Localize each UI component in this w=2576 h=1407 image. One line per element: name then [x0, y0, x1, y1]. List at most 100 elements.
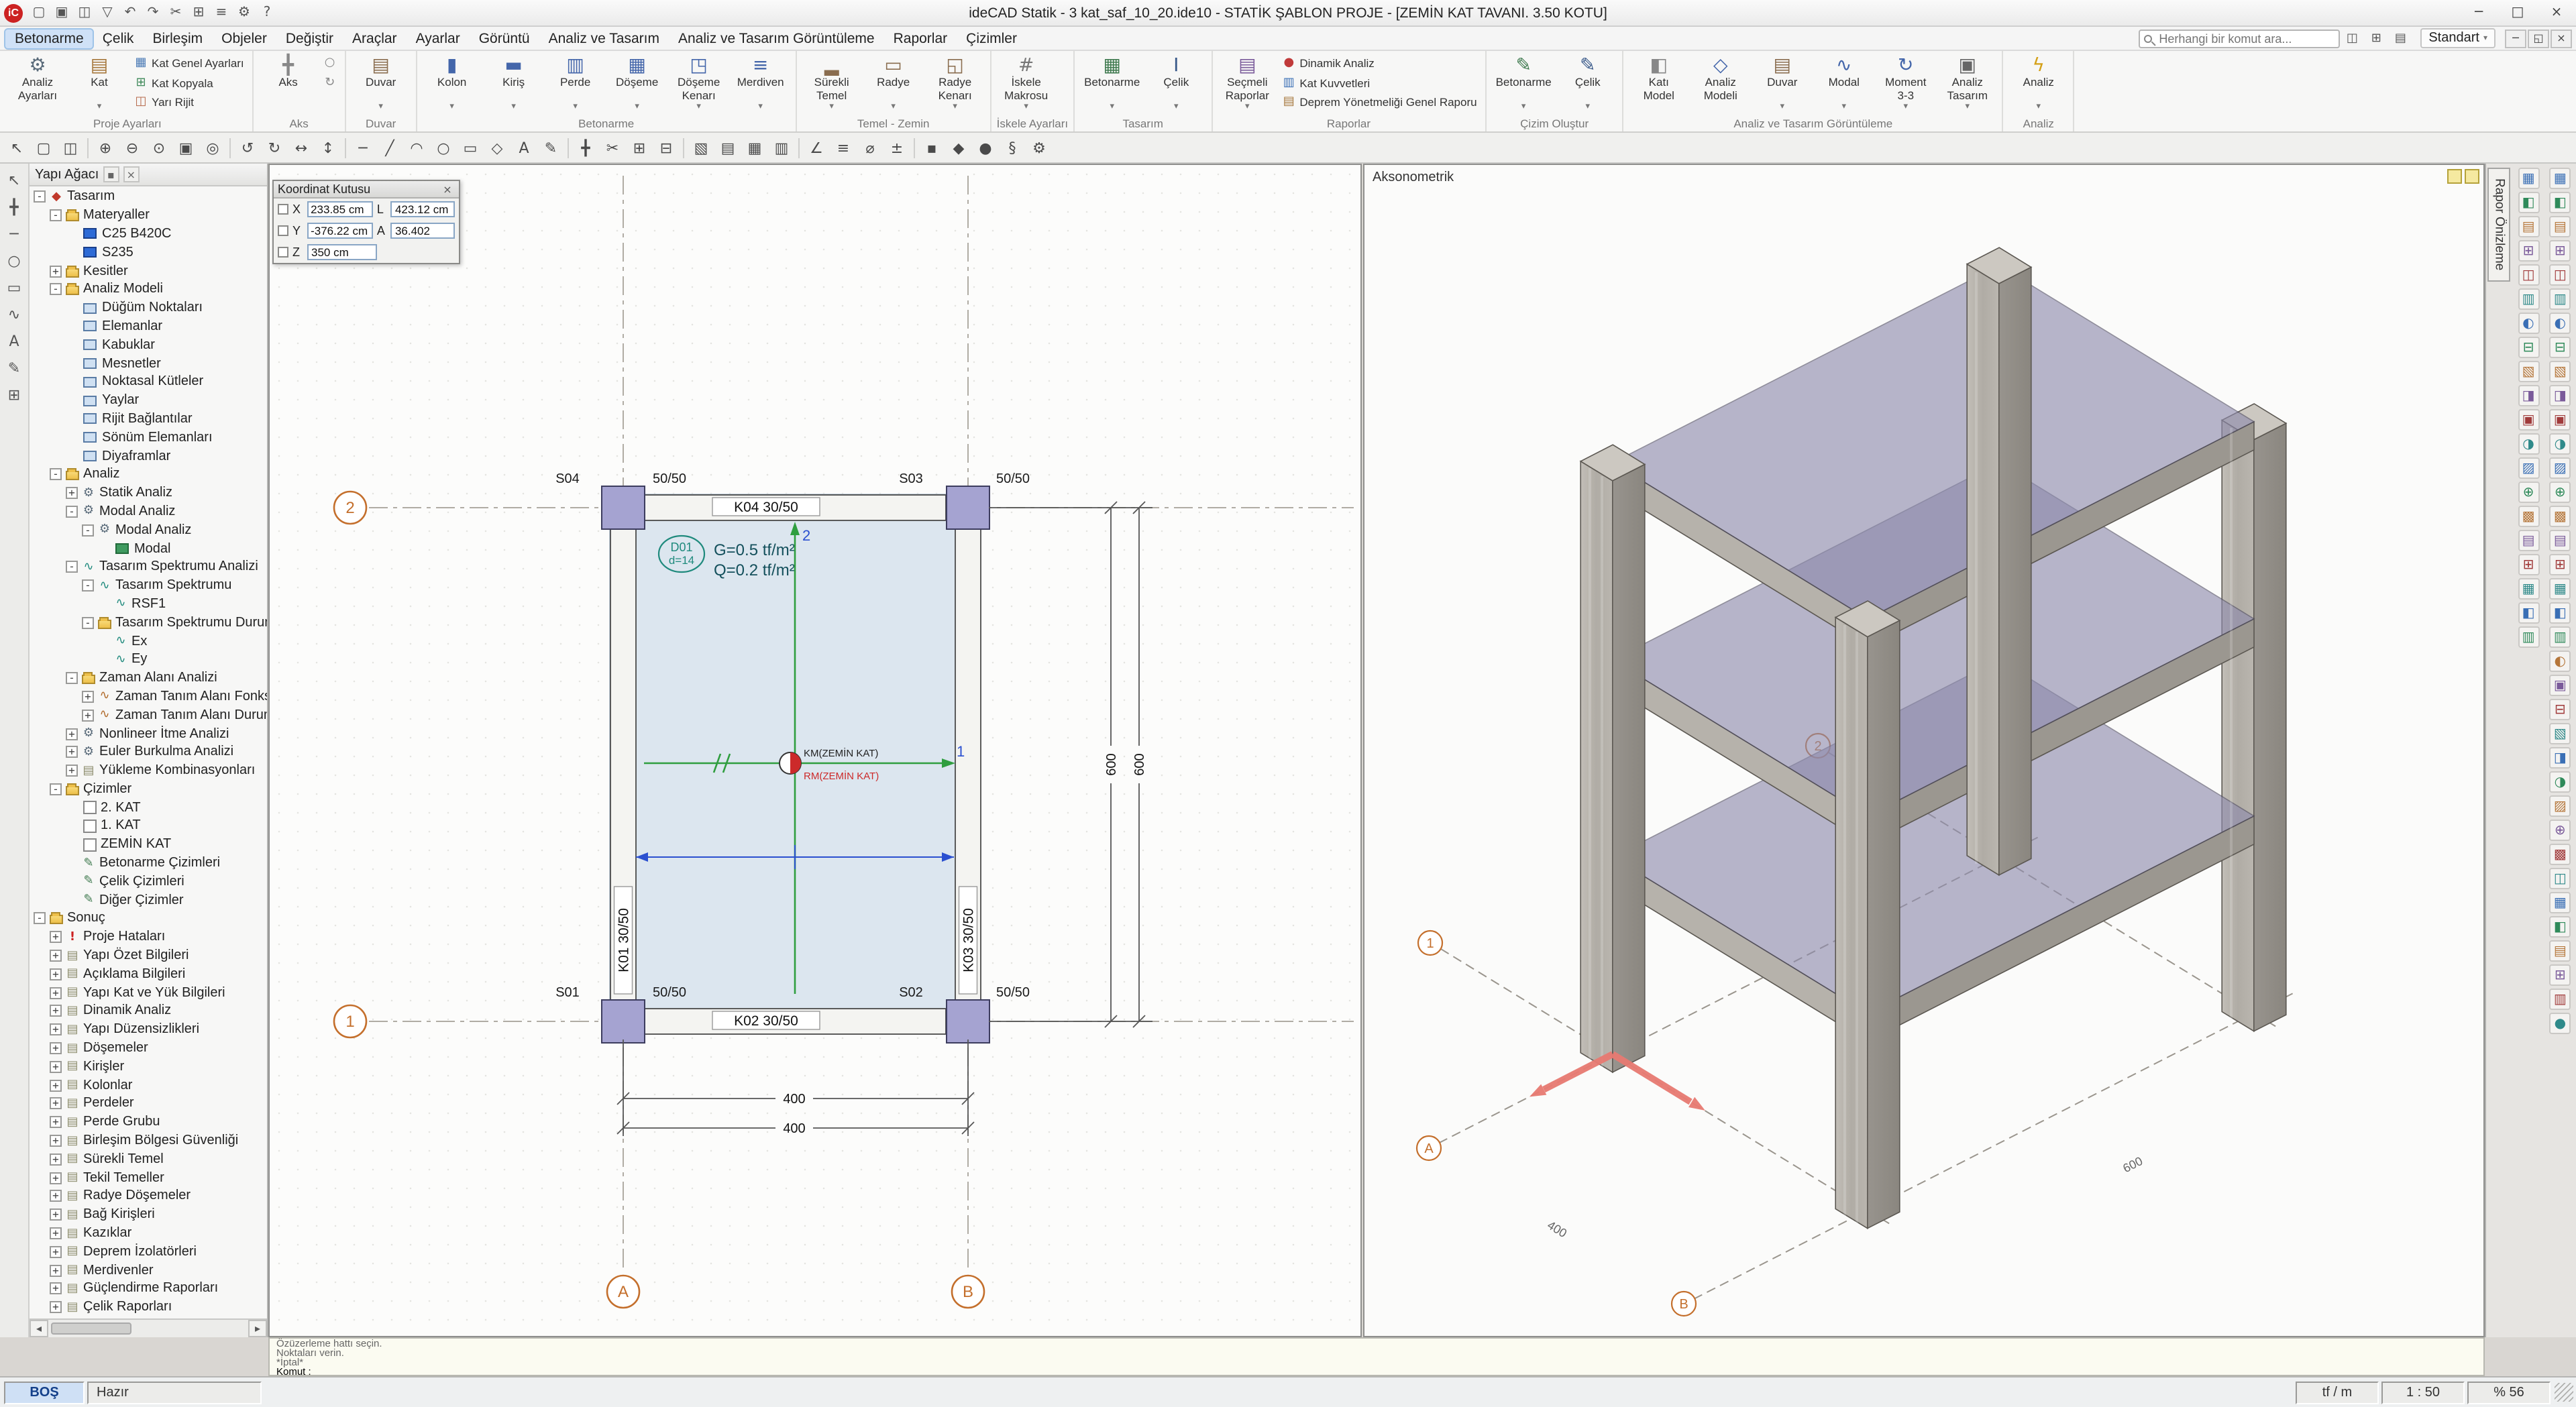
mdi-minimize-button[interactable]: ─ — [2505, 29, 2526, 48]
result-tool-icon-30[interactable]: ▦ — [2549, 892, 2571, 913]
text-icon[interactable]: A — [2, 329, 26, 353]
tree-item[interactable]: Mesnetler — [30, 354, 267, 373]
tree-expander[interactable]: + — [50, 1208, 62, 1221]
tree-expander[interactable]: + — [50, 1190, 62, 1202]
tree-item[interactable]: +▤Merdivenler — [30, 1261, 267, 1280]
menu-item-4[interactable]: Değiştir — [276, 29, 343, 48]
tree-item[interactable]: +▤Dinamik Analiz — [30, 1002, 267, 1021]
toolbar-preset-dropdown[interactable]: Standart ▾ — [2420, 28, 2496, 48]
tree-item[interactable]: -Analiz — [30, 465, 267, 484]
tree-item[interactable]: Elemanlar — [30, 317, 267, 336]
tree-expander[interactable]: + — [50, 1024, 62, 1036]
tree-item[interactable]: 2. KAT — [30, 799, 267, 818]
slab-icon[interactable]: ▦Döşeme ▾ — [608, 52, 667, 113]
command-search[interactable] — [2139, 29, 2340, 48]
tree-item[interactable]: ∿Ey — [30, 651, 267, 669]
tree-expander[interactable]: - — [82, 616, 94, 628]
tree-item[interactable]: ✎Çelik Çizimleri — [30, 873, 267, 891]
tree-item[interactable]: -∿Tasarım Spektrumu Analizi — [30, 558, 267, 577]
tree-expander[interactable]: - — [34, 191, 46, 203]
delete-icon[interactable]: ⊟ — [653, 135, 679, 160]
layers-icon[interactable]: ◫ — [58, 135, 83, 160]
trim-icon[interactable]: ✂ — [600, 135, 625, 160]
tree-expander[interactable]: + — [50, 1098, 62, 1110]
tree-item[interactable]: 1. KAT — [30, 817, 267, 836]
tree-item[interactable]: +▤Yapı Düzensizlikleri — [30, 1021, 267, 1039]
select-icon[interactable]: ↖ — [2, 168, 26, 192]
view-tool-icon-0[interactable]: ▦ — [2518, 168, 2539, 189]
coord-input-a[interactable]: 36.402 — [391, 223, 455, 239]
mdi-close-button[interactable]: × — [2551, 29, 2572, 48]
minimize-button[interactable]: ─ — [2459, 0, 2498, 25]
view-tool-icon-10[interactable]: ▣ — [2518, 409, 2539, 431]
tree-item[interactable]: -Zaman Alanı Analizi — [30, 669, 267, 687]
tree-expander[interactable]: + — [50, 1042, 62, 1054]
wall-view-icon[interactable]: ▤Duvar ▾ — [1753, 52, 1812, 113]
copy-icon[interactable]: ⊞ — [627, 135, 652, 160]
line-icon[interactable]: ─ — [350, 135, 376, 160]
menu-item-10[interactable]: Raporlar — [884, 29, 957, 48]
tree-expander[interactable]: + — [50, 1172, 62, 1184]
maximize-button[interactable]: □ — [2498, 0, 2537, 25]
rectangle-icon[interactable]: ▭ — [2, 275, 26, 299]
strip-footing-icon[interactable]: ▂SürekliTemel▾ — [802, 52, 861, 113]
open-file-icon[interactable]: ▣ — [51, 2, 72, 23]
tree-item[interactable]: +▤Yapı Özet Bilgileri — [30, 946, 267, 965]
grid-icon[interactable]: ⊞ — [2, 382, 26, 406]
tree-item[interactable]: +▤Çelik Raporları — [30, 1298, 267, 1317]
tree-item[interactable]: ∿Ex — [30, 632, 267, 651]
tree-expander[interactable]: + — [50, 1116, 62, 1128]
tree-expander[interactable]: - — [50, 209, 62, 221]
result-tool-icon-22[interactable]: ⊟ — [2549, 699, 2571, 720]
line-icon[interactable]: ─ — [2, 221, 26, 245]
scroll-right-icon[interactable]: ▸ — [248, 1320, 267, 1337]
tree-item[interactable]: -Çizimler — [30, 780, 267, 799]
tree-expander[interactable]: + — [66, 487, 78, 499]
tree-item[interactable]: +⚙Statik Analiz — [30, 484, 267, 503]
tree-expander[interactable]: + — [50, 1061, 62, 1073]
tree-expander[interactable]: - — [82, 524, 94, 536]
result-tool-icon-17[interactable]: ▦ — [2549, 578, 2571, 600]
scroll-left-icon[interactable]: ◂ — [30, 1320, 48, 1337]
tree-item[interactable]: +!Proje Hataları — [30, 928, 267, 947]
tree-item[interactable]: Sönüm Elemanları — [30, 429, 267, 447]
circle-icon[interactable]: ○ — [2, 248, 26, 272]
analysis-design-icon[interactable]: ▣AnalizTasarım▾ — [1938, 52, 1997, 113]
undo-icon[interactable]: ↶ — [119, 2, 141, 23]
print-icon[interactable]: ▽ — [97, 2, 118, 23]
result-tool-icon-5[interactable]: ▥ — [2549, 288, 2571, 310]
view-tool-icon-13[interactable]: ⊕ — [2518, 482, 2539, 503]
section-icon[interactable]: § — [1000, 135, 1025, 160]
tree-expander[interactable]: + — [50, 987, 62, 999]
paste-icon[interactable]: ≡ — [211, 2, 232, 23]
coord-input-z[interactable]: 350 cm — [307, 244, 377, 260]
select-icon[interactable]: ↖ — [4, 135, 30, 160]
measure-vertical-icon[interactable]: ↕ — [315, 135, 341, 160]
steel-design-icon[interactable]: IÇelik ▾ — [1146, 52, 1205, 113]
result-tool-icon-32[interactable]: ▤ — [2549, 940, 2571, 962]
scrollbar-thumb[interactable] — [51, 1322, 131, 1335]
tree-item[interactable]: +▤Radye Döşemeler — [30, 1187, 267, 1206]
result-tool-icon-10[interactable]: ▣ — [2549, 409, 2571, 431]
tree-item[interactable]: ✎Diğer Çizimler — [30, 891, 267, 910]
view-tool-icon-3[interactable]: ⊞ — [2518, 240, 2539, 262]
tree-item[interactable]: +▤Tekil Temeller — [30, 1168, 267, 1187]
angle-icon[interactable]: ∠ — [804, 135, 829, 160]
tree-item[interactable]: +▤Sürekli Temel — [30, 1150, 267, 1169]
tree-item[interactable]: Diyaframlar — [30, 447, 267, 465]
save-icon[interactable]: ◫ — [74, 2, 95, 23]
mdi-restore-button[interactable]: ◱ — [2528, 29, 2549, 48]
tree-expander[interactable]: + — [50, 950, 62, 962]
storey-general-settings-icon[interactable]: ▦Kat Genel Ayarları — [131, 54, 247, 73]
stair-icon[interactable]: ≡Merdiven ▾ — [731, 52, 790, 113]
moment-view-icon[interactable]: ↻Moment3-3▾ — [1876, 52, 1935, 113]
close-icon[interactable]: × — [440, 183, 455, 195]
tree-expander[interactable]: + — [82, 691, 94, 703]
tree-item[interactable]: +▤Yükleme Kombinasyonları — [30, 761, 267, 780]
new-file-icon[interactable]: ▢ — [28, 2, 50, 23]
view-control-button[interactable] — [2465, 169, 2479, 184]
tree-item[interactable]: +∿Zaman Tanım Alanı Durumları — [30, 706, 267, 725]
storey-forces-report-icon[interactable]: ▥Kat Kuvvetleri — [1279, 73, 1479, 93]
status-scale[interactable]: 1 : 50 — [2381, 1381, 2465, 1404]
help-icon[interactable]: ? — [256, 2, 278, 23]
